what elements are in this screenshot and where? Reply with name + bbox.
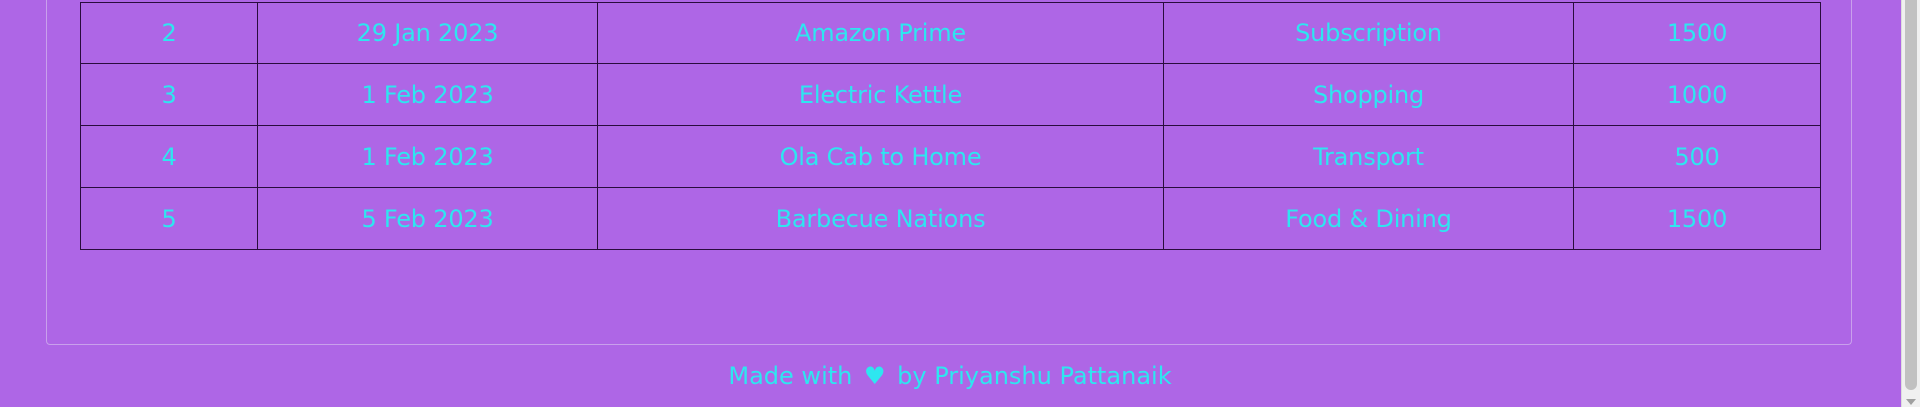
cell-amount: 1500: [1573, 187, 1821, 250]
cell-id: 5: [80, 187, 258, 250]
cell-category: Food & Dining: [1163, 187, 1574, 250]
expenses-table: 2 29 Jan 2023 Amazon Prime Subscription …: [80, 2, 1821, 250]
scrollbar-thumb[interactable]: [1905, 0, 1917, 390]
table-row: 4 1 Feb 2023 Ola Cab to Home Transport 5…: [80, 125, 1821, 188]
cell-amount: 1000: [1573, 63, 1821, 126]
cell-date: 1 Feb 2023: [257, 125, 598, 188]
cell-amount: 500: [1573, 125, 1821, 188]
page: 2 29 Jan 2023 Amazon Prime Subscription …: [0, 0, 1920, 407]
cell-category: Transport: [1163, 125, 1574, 188]
cell-category: Shopping: [1163, 63, 1574, 126]
table-row: 5 5 Feb 2023 Barbecue Nations Food & Din…: [80, 187, 1821, 250]
footer-prefix: Made with: [728, 362, 853, 390]
vertical-scrollbar[interactable]: [1901, 0, 1920, 407]
footer-author: by Priyanshu Pattanaik: [897, 362, 1172, 390]
cell-id: 4: [80, 125, 258, 188]
cell-id: 3: [80, 63, 258, 126]
cell-date: 1 Feb 2023: [257, 63, 598, 126]
cell-id: 2: [80, 2, 258, 64]
cell-description: Amazon Prime: [597, 2, 1164, 64]
cell-amount: 1500: [1573, 2, 1821, 64]
cell-date: 5 Feb 2023: [257, 187, 598, 250]
footer: Made with ♥ by Priyanshu Pattanaik: [0, 362, 1900, 390]
cell-date: 29 Jan 2023: [257, 2, 598, 64]
cell-description: Electric Kettle: [597, 63, 1164, 126]
heart-icon: ♥: [864, 362, 886, 390]
table-row: 2 29 Jan 2023 Amazon Prime Subscription …: [80, 2, 1821, 64]
cell-category: Subscription: [1163, 2, 1574, 64]
cell-description: Ola Cab to Home: [597, 125, 1164, 188]
table-row: 3 1 Feb 2023 Electric Kettle Shopping 10…: [80, 63, 1821, 126]
scroll-down-arrow-icon[interactable]: [1906, 399, 1916, 405]
cell-description: Barbecue Nations: [597, 187, 1164, 250]
